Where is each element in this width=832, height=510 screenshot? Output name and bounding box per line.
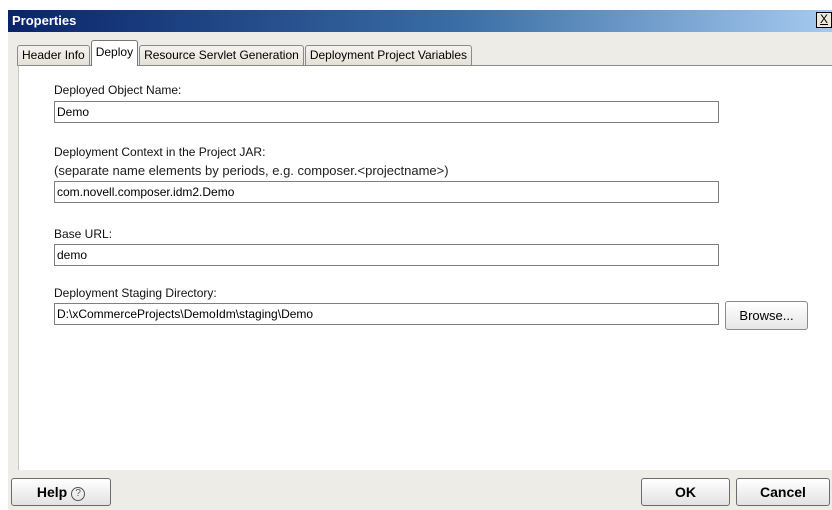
base-url-label: Base URL: [54, 227, 113, 241]
staging-directory-label: Deployment Staging Directory: [54, 286, 217, 300]
close-icon[interactable]: X [816, 12, 832, 28]
ok-button[interactable]: OK [641, 478, 730, 506]
title-bar: Properties X [8, 10, 832, 32]
base-url-field[interactable] [54, 244, 719, 266]
help-icon: ? [71, 487, 86, 501]
cancel-button[interactable]: Cancel [736, 478, 830, 506]
deploy-panel: Deployed Object Name: Deployment Context… [18, 65, 832, 470]
tab-deployment-project-variables[interactable]: Deployment Project Variables [304, 45, 473, 66]
tab-resource-servlet-generation[interactable]: Resource Servlet Generation [139, 45, 304, 66]
dialog-body: Header Info Deploy Resource Servlet Genera… [8, 32, 832, 510]
deployment-context-field[interactable] [54, 181, 719, 203]
deployment-context-label: Deployment Context in the Project JAR: [54, 145, 266, 159]
window-title: Properties [12, 13, 77, 28]
tab-header-info[interactable]: Header Info [17, 45, 90, 66]
tab-deploy[interactable]: Deploy [90, 40, 139, 66]
deployment-context-hint: (separate name elements by periods, e.g.… [54, 163, 449, 178]
staging-directory-field[interactable] [54, 303, 719, 325]
browse-button[interactable]: Browse... [725, 301, 808, 330]
help-button[interactable]: Help? [11, 478, 111, 506]
help-button-label: Help [36, 484, 68, 500]
dialog-footer: Help? OK Cancel [8, 470, 832, 510]
deployed-object-name-label: Deployed Object Name: [54, 83, 182, 97]
deployed-object-name-field[interactable] [54, 101, 719, 123]
tab-strip: Header Info Deploy Resource Servlet Genera… [17, 38, 473, 66]
